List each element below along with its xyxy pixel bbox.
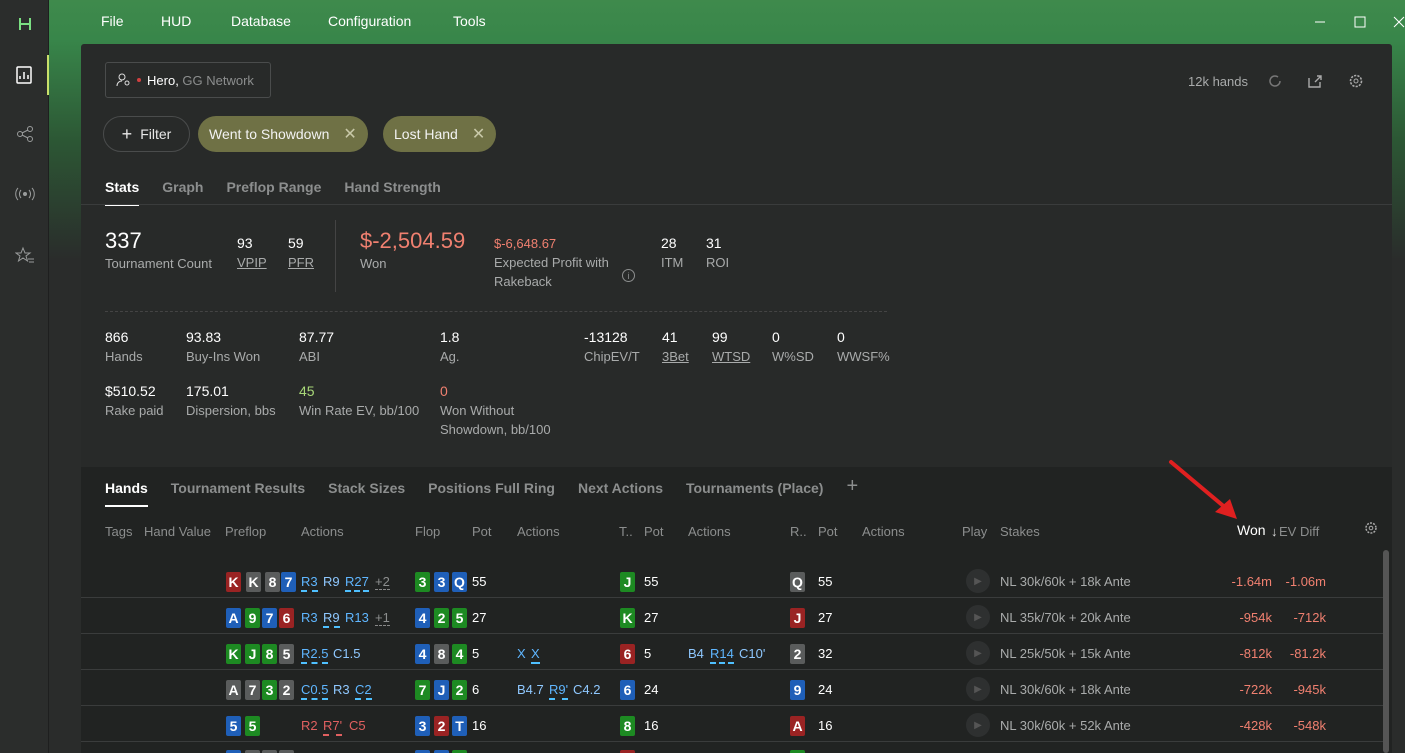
- sidebar: [0, 0, 49, 753]
- stat-itm: 28 ITM: [661, 235, 684, 270]
- remove-chip-icon[interactable]: ✕: [472, 124, 485, 144]
- scrollbar[interactable]: [1383, 550, 1389, 753]
- tab-graph[interactable]: Graph: [162, 179, 203, 206]
- table-row[interactable]: [81, 742, 1384, 753]
- filter-label: Filter: [140, 126, 172, 142]
- play-icon[interactable]: ▶: [966, 677, 990, 701]
- col-actions[interactable]: Actions: [688, 524, 731, 539]
- chip-label: Lost Hand: [394, 126, 458, 142]
- tab-stats[interactable]: Stats: [105, 179, 139, 206]
- chip-lost-hand[interactable]: Lost Hand ✕: [383, 116, 497, 152]
- menu-bar: File HUD Database Configuration Tools: [49, 0, 1405, 44]
- user-settings-icon: [116, 73, 130, 87]
- play-icon[interactable]: ▶: [966, 569, 990, 593]
- status-dot: [137, 78, 141, 82]
- stat-won-without-showdown: 0 Won Without Showdown, bb/100: [440, 383, 551, 437]
- remove-chip-icon[interactable]: ✕: [343, 124, 356, 144]
- tab-positions-full-ring[interactable]: Positions Full Ring: [428, 480, 555, 507]
- refresh-icon[interactable]: [1264, 70, 1286, 92]
- table-row[interactable]: KJ85 R2.5 C1.5 484 5 XX 65 B4 R14 C10' 2 32 …: [81, 634, 1384, 670]
- stat-vpip[interactable]: 93 VPIP: [237, 234, 267, 272]
- stat-tournament-count: 337 Tournament Count: [105, 228, 212, 271]
- stat-3bet[interactable]: 41 3Bet: [662, 328, 689, 366]
- col-actions[interactable]: Actions: [517, 524, 560, 539]
- tab-preflop-range[interactable]: Preflop Range: [226, 179, 321, 206]
- stat-roi: 31 ROI: [706, 235, 730, 270]
- col-play[interactable]: Play: [962, 524, 987, 539]
- stat-abi: 87.77 ABI: [299, 329, 335, 364]
- play-icon[interactable]: ▶: [966, 713, 990, 737]
- stat-wtsd[interactable]: 99 WTSD: [712, 328, 750, 366]
- play-icon[interactable]: ▶: [966, 641, 990, 665]
- settings-gear-icon[interactable]: [1345, 70, 1367, 92]
- col-flop[interactable]: Flop: [415, 524, 440, 539]
- menu-file[interactable]: File: [101, 13, 124, 29]
- table-row[interactable]: KK87 R3 R9 R27 +2 33Q 55 J 55 Q 55 ▶ NL 30k/6…: [81, 562, 1384, 598]
- player-name: Hero: [147, 72, 176, 88]
- chip-went-to-showdown[interactable]: Went to Showdown ✕: [198, 116, 368, 152]
- col-river[interactable]: R..: [790, 524, 807, 539]
- stats-tabs: Stats Graph Preflop Range Hand Strength: [105, 179, 464, 206]
- close-icon[interactable]: [1387, 10, 1405, 34]
- stat-hands: 866 Hands: [105, 329, 143, 364]
- col-actions[interactable]: Actions: [862, 524, 905, 539]
- stat-wsd: 0 W%SD: [772, 329, 814, 364]
- stat-buyins-won: 93.83 Buy-Ins Won: [186, 329, 261, 364]
- minimize-icon[interactable]: [1308, 10, 1332, 34]
- broadcast-icon[interactable]: [0, 174, 49, 214]
- stat-wwsf: 0 WWSF%: [837, 329, 890, 364]
- hands-count: 12k hands: [1188, 74, 1248, 89]
- filter-button[interactable]: + Filter: [103, 116, 190, 152]
- table-row[interactable]: 55 R2 R7' C5 32T 16 8 16 A 16 ▶ NL 30k/60k +…: [81, 706, 1384, 742]
- chip-label: Went to Showdown: [209, 126, 330, 142]
- tab-tournament-results[interactable]: Tournament Results: [171, 480, 305, 507]
- reports-icon[interactable]: [0, 55, 49, 95]
- play-icon[interactable]: ▶: [966, 605, 990, 629]
- col-tags[interactable]: Tags: [105, 524, 132, 539]
- col-pot[interactable]: Pot: [644, 524, 664, 539]
- col-preflop[interactable]: Preflop: [225, 524, 266, 539]
- menu-tools[interactable]: Tools: [453, 13, 486, 29]
- report-panel: Hero, GG Network 12k hands + Filter Went…: [81, 44, 1392, 753]
- add-tab-icon[interactable]: +: [846, 475, 858, 507]
- tab-stack-sizes[interactable]: Stack Sizes: [328, 480, 405, 507]
- hands-tabs: Hands Tournament Results Stack Sizes Pos…: [105, 475, 858, 507]
- menu-hud[interactable]: HUD: [161, 13, 191, 29]
- plus-icon: +: [121, 123, 133, 144]
- stat-winrate-ev: 45 Win Rate EV, bb/100: [299, 383, 420, 418]
- tab-next-actions[interactable]: Next Actions: [578, 480, 663, 507]
- stat-won: $-2,504.59 Won: [360, 228, 466, 271]
- favorites-icon[interactable]: [0, 235, 49, 275]
- player-selector[interactable]: Hero, GG Network: [105, 62, 271, 98]
- tab-hands[interactable]: Hands: [105, 480, 148, 507]
- columns-settings-icon[interactable]: [1360, 517, 1382, 539]
- stat-expected-profit: $-6,648.67 Expected Profit with Rakeback: [494, 236, 609, 289]
- col-pot[interactable]: Pot: [818, 524, 838, 539]
- stat-pfr[interactable]: 59 PFR: [288, 234, 314, 272]
- stat-dispersion: 175.01 Dispersion, bbs: [186, 383, 276, 418]
- table-row[interactable]: A732 C0.5 R3 C2 7J2 6 B4.7 R9' C4.2 6 24 9 24 …: [81, 670, 1384, 706]
- col-stakes[interactable]: Stakes: [1000, 524, 1040, 539]
- annotation-arrow: [1169, 460, 1237, 519]
- player-network: GG Network: [182, 72, 254, 88]
- stat-chipev: -13128 ChipEV/T: [584, 329, 640, 364]
- menu-configuration[interactable]: Configuration: [328, 13, 411, 29]
- sort-desc-icon: ↓: [1271, 524, 1278, 539]
- menu-database[interactable]: Database: [231, 13, 291, 29]
- col-actions[interactable]: Actions: [301, 524, 344, 539]
- tab-tournaments-place[interactable]: Tournaments (Place): [686, 480, 823, 507]
- col-ev-diff[interactable]: EV Diff: [1279, 524, 1319, 539]
- table-row[interactable]: A976 R3 R9 R13 +1 425 27 K 27 J 27 ▶ NL 35k/7…: [81, 598, 1384, 634]
- share-nodes-icon[interactable]: [0, 114, 49, 154]
- tab-hand-strength[interactable]: Hand Strength: [344, 179, 440, 206]
- stat-ag: 1.8 Ag.: [440, 329, 460, 364]
- stat-rake: $510.52 Rake paid: [105, 383, 164, 418]
- col-pot[interactable]: Pot: [472, 524, 492, 539]
- info-icon[interactable]: i: [622, 269, 635, 282]
- col-hand-value[interactable]: Hand Value: [144, 524, 211, 539]
- maximize-icon[interactable]: [1348, 10, 1372, 34]
- col-turn[interactable]: T..: [619, 524, 633, 539]
- app-logo-icon: [0, 4, 49, 44]
- export-icon[interactable]: [1304, 70, 1326, 92]
